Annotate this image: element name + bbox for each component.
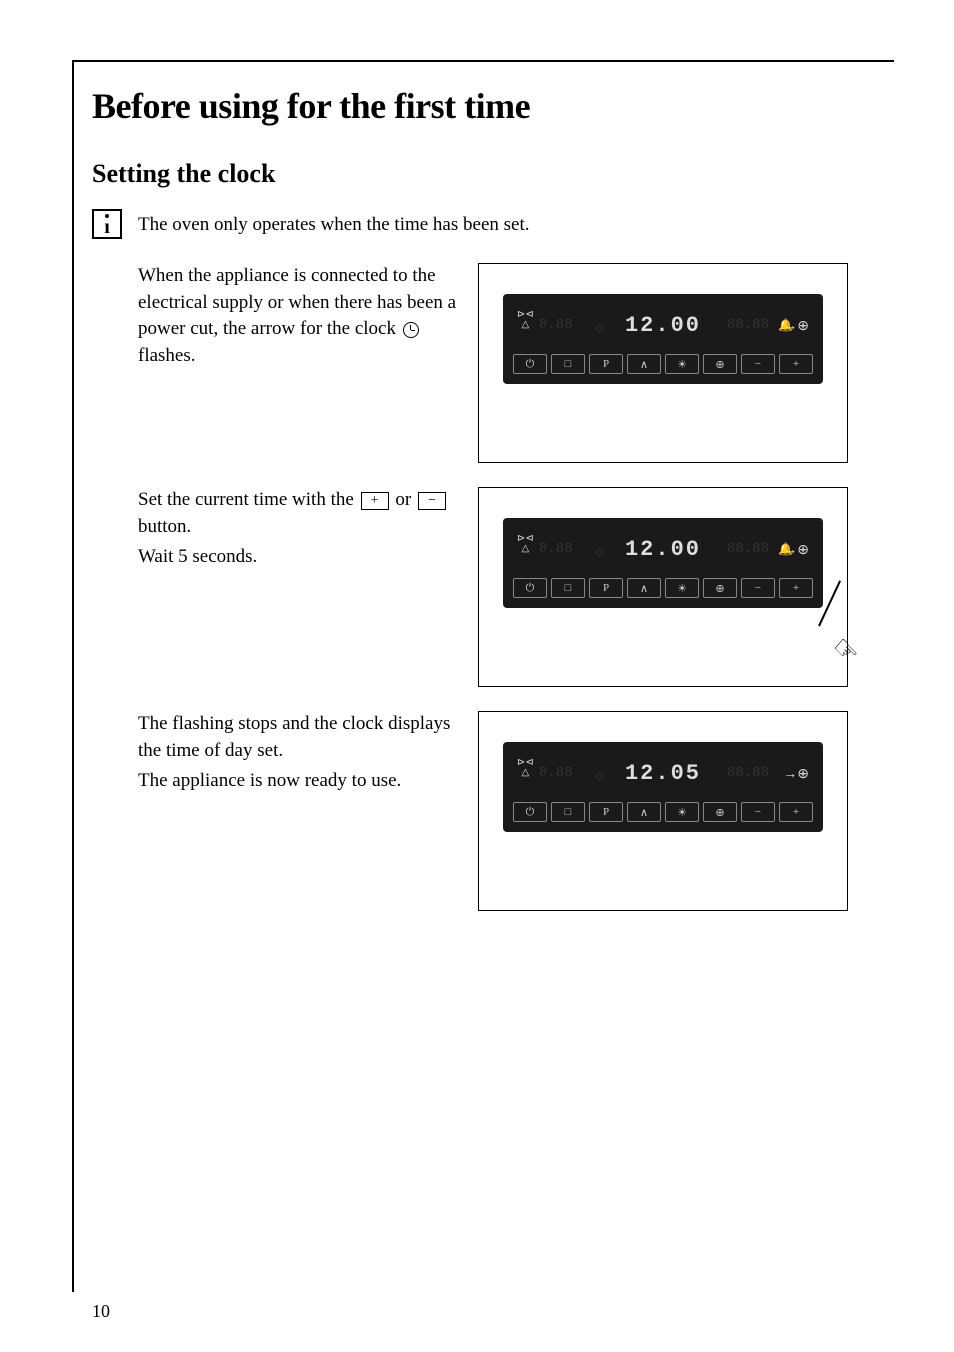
program-button[interactable]: P	[589, 354, 623, 374]
power-button[interactable]: ⏻	[513, 354, 547, 374]
clock-button[interactable]: ⊕	[703, 802, 737, 822]
light-button[interactable]: ☀	[665, 802, 699, 822]
info-note-text: The oven only operates when the time has…	[138, 209, 530, 239]
duration-indicator-icon: ⊳⊲△	[517, 758, 534, 778]
power-button[interactable]: ⏻	[513, 802, 547, 822]
program-button[interactable]: P	[589, 578, 623, 598]
panel-button-row: ⏻ □ P ∧ ☀ ⊕ − +	[503, 796, 823, 824]
light-button[interactable]: ☀	[665, 578, 699, 598]
minus-button-inline: −	[418, 492, 446, 510]
panel-display: ⊳⊲△ 8.88 ◇ 12.05 88.88 →⊕	[503, 750, 823, 796]
duration-indicator-icon: ⊳⊲△	[517, 534, 534, 554]
panel-button-row: ⏻ □ P ∧ ☀ ⊕ − +	[503, 348, 823, 376]
clock-button[interactable]: ⊕	[703, 354, 737, 374]
power-button[interactable]: ⏻	[513, 578, 547, 598]
clock-display: 12.00	[625, 313, 701, 338]
section-heading: Setting the clock	[92, 159, 874, 189]
plus-button[interactable]: +	[779, 802, 813, 822]
page-number: 10	[92, 1301, 110, 1322]
info-note-row: ı The oven only operates when the time h…	[92, 209, 874, 239]
plus-button[interactable]: +	[779, 354, 813, 374]
oven-panel: ⊳⊲△ 8.88 ◇ 12.05 88.88 →⊕ ⏻ □ P ∧ ☀ ⊕ − …	[503, 742, 823, 832]
step-2-text: Set the current time with the + or − but…	[138, 487, 478, 687]
step-3: The flashing stops and the clock display…	[138, 711, 874, 911]
duration-indicator-icon: ⊳⊲△	[517, 310, 534, 330]
step-1: When the appliance is connected to the e…	[138, 263, 874, 463]
info-icon: ı	[92, 209, 122, 239]
stop-button[interactable]: □	[551, 578, 585, 598]
step-2: Set the current time with the + or − but…	[138, 487, 874, 687]
timer-arrow-icon: →⊕	[783, 318, 809, 335]
clock-display: 12.00	[625, 537, 701, 562]
clock-button[interactable]: ⊕	[703, 578, 737, 598]
timer-arrow-icon: →⊕	[783, 542, 809, 559]
minus-button[interactable]: −	[741, 802, 775, 822]
panel-display: ⊳⊲△ 8.88 ◇ 12.00 88.88 🔔 →⊕	[503, 526, 823, 572]
panel-button-row: ⏻ □ P ∧ ☀ ⊕ − +	[503, 572, 823, 600]
step-2-panel-illustration: ⊳⊲△ 8.88 ◇ 12.00 88.88 🔔 →⊕ ⏻ □ P ∧ ☀ ⊕ …	[478, 487, 848, 687]
step-3-text: The flashing stops and the clock display…	[138, 711, 478, 911]
temperature-button[interactable]: ∧	[627, 354, 661, 374]
page-title: Before using for the first time	[92, 85, 874, 127]
step-1-text: When the appliance is connected to the e…	[138, 263, 478, 463]
clock-display: 12.05	[625, 761, 701, 786]
panel-display: ⊳⊲△ 8.88 ◇ 12.00 88.88 🔔 →⊕	[503, 302, 823, 348]
stop-button[interactable]: □	[551, 802, 585, 822]
plus-button[interactable]: +	[779, 578, 813, 598]
light-button[interactable]: ☀	[665, 354, 699, 374]
oven-panel: ⊳⊲△ 8.88 ◇ 12.00 88.88 🔔 →⊕ ⏻ □ P ∧ ☀ ⊕ …	[503, 294, 823, 384]
oven-panel: ⊳⊲△ 8.88 ◇ 12.00 88.88 🔔 →⊕ ⏻ □ P ∧ ☀ ⊕ …	[503, 518, 823, 608]
step-3-panel-illustration: ⊳⊲△ 8.88 ◇ 12.05 88.88 →⊕ ⏻ □ P ∧ ☀ ⊕ − …	[478, 711, 848, 911]
program-button[interactable]: P	[589, 802, 623, 822]
plus-button-inline: +	[361, 492, 389, 510]
temperature-button[interactable]: ∧	[627, 578, 661, 598]
timer-arrow-icon: →⊕	[783, 766, 809, 783]
step-1-panel-illustration: ⊳⊲△ 8.88 ◇ 12.00 88.88 🔔 →⊕ ⏻ □ P ∧ ☀ ⊕ …	[478, 263, 848, 463]
page-content: Before using for the first time Setting …	[92, 85, 874, 935]
pointer-hand-icon: ☟	[828, 633, 864, 669]
step-2-wait-text: Wait 5 seconds.	[138, 544, 462, 571]
temperature-button[interactable]: ∧	[627, 802, 661, 822]
minus-button[interactable]: −	[741, 578, 775, 598]
minus-button[interactable]: −	[741, 354, 775, 374]
clock-icon	[403, 322, 419, 338]
stop-button[interactable]: □	[551, 354, 585, 374]
